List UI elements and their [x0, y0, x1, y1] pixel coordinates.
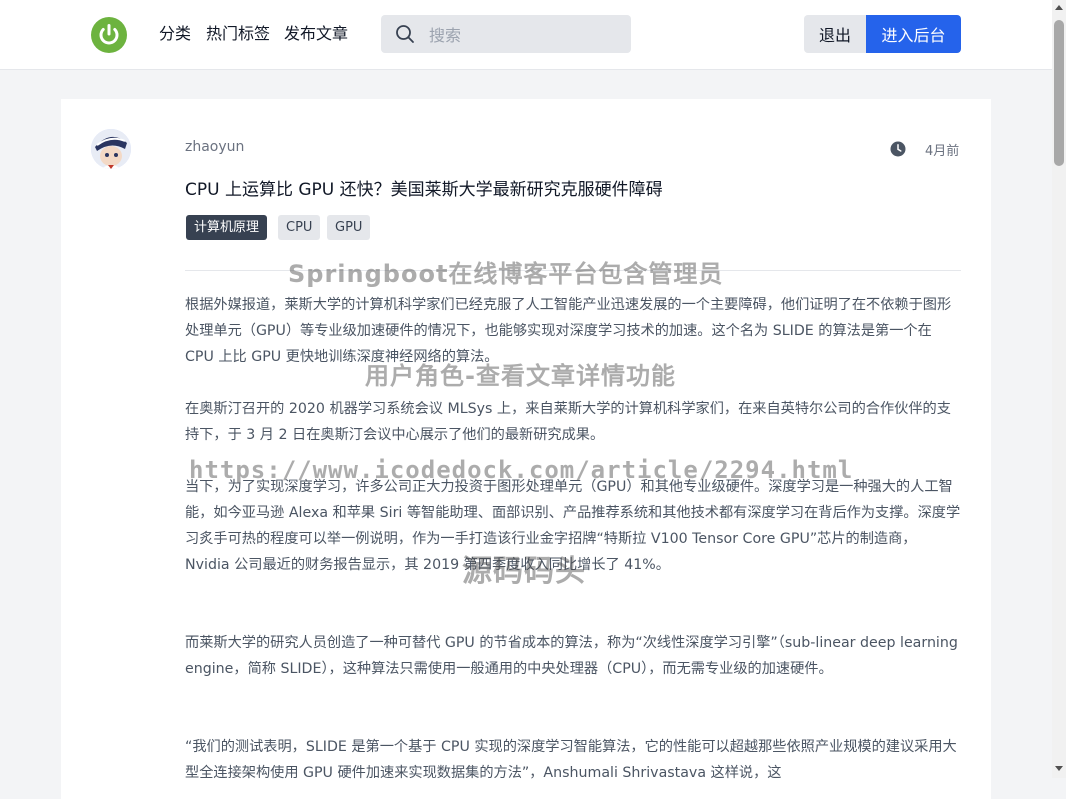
scrollbar-thumb[interactable]: [1054, 20, 1064, 166]
watermark-title: Springboot在线博客平台包含管理员: [288, 260, 724, 288]
article-paragraph-4: 而莱斯大学的研究人员创造了一种可替代 GPU 的节省成本的算法，称为“次线性深度…: [185, 635, 958, 677]
tag-computer-principles[interactable]: 计算机原理: [186, 215, 268, 240]
nav-hot-tags[interactable]: 热门标签: [206, 22, 270, 46]
logout-button[interactable]: 退出: [804, 15, 866, 53]
tag-gpu[interactable]: GPU: [327, 215, 371, 240]
nav-publish-article[interactable]: 发布文章: [284, 22, 348, 46]
watermark-url: https://www.icodedock.com/article/2294.h…: [189, 456, 854, 484]
clock-icon: [890, 141, 906, 157]
watermark-subtitle: 用户角色-查看文章详情功能: [365, 362, 676, 390]
page-scrollbar[interactable]: [1052, 0, 1066, 778]
author-name[interactable]: zhaoyun: [185, 139, 244, 155]
scroll-down-arrow-icon[interactable]: [1055, 766, 1063, 771]
publish-time: 4月前: [925, 144, 960, 159]
article-paragraph-5: “我们的测试表明，SLIDE 是第一个基于 CPU 实现的深度学习智能算法，它的…: [185, 739, 957, 781]
nav-categories[interactable]: 分类: [159, 22, 191, 46]
search-icon: [396, 25, 414, 43]
article-paragraph-2: 在奥斯汀召开的 2020 机器学习系统会议 MLSys 上，来自莱斯大学的计算机…: [185, 401, 951, 443]
article-title: CPU 上运算比 GPU 还快？美国莱斯大学最新研究克服硬件障碍: [185, 180, 663, 200]
author-avatar[interactable]: [91, 129, 131, 169]
enter-admin-button[interactable]: 进入后台: [866, 15, 961, 53]
site-logo[interactable]: [91, 17, 127, 53]
article-card: zhaoyun 4月前 CPU 上运算比 GPU 还快？美国莱斯大学最新研究克服…: [61, 99, 991, 799]
watermark-brand: 源码码头: [462, 554, 586, 589]
tag-cpu[interactable]: CPU: [278, 215, 321, 240]
avatar-image: [91, 129, 131, 169]
power-icon: [92, 18, 126, 52]
scroll-up-arrow-icon[interactable]: [1055, 5, 1063, 10]
top-navbar: 分类 热门标签 发布文章 退出 进入后台: [0, 0, 1052, 70]
search-box: [381, 15, 631, 55]
search-input[interactable]: [427, 15, 626, 55]
